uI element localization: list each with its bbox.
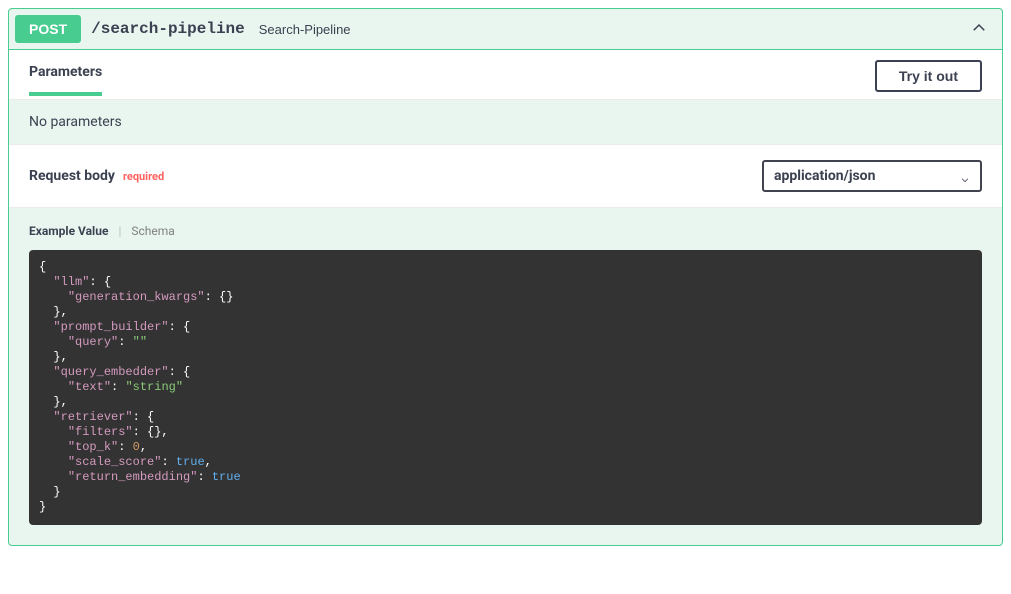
content-type-value: application/json [774,168,875,184]
chevron-up-icon[interactable] [970,19,988,41]
json-key: "filters" [68,425,133,439]
parameters-tab[interactable]: Parameters [29,64,102,96]
json-key: "retriever" [53,410,132,424]
json-key: "query" [68,335,118,349]
parameters-header: Parameters Try it out [9,50,1002,100]
required-badge: required [123,170,164,183]
no-parameters-text: No parameters [9,100,1002,144]
operation-body: Parameters Try it out No parameters Requ… [9,49,1002,525]
json-key: "top_k" [68,440,118,454]
request-body-label: Request body [29,168,115,184]
json-key: "scale_score" [68,455,162,469]
example-json-block: { "llm": { "generation_kwargs": {} }, "p… [29,250,982,525]
chevron-down-icon [960,173,970,189]
json-key: "text" [68,380,111,394]
request-body-header: Request body required application/json [9,144,1002,208]
schema-tab[interactable]: Schema [121,224,174,238]
json-key: "generation_kwargs" [68,290,205,304]
example-schema-tabs: Example Value|Schema [9,208,1002,244]
json-key: "return_embedding" [68,470,198,484]
operation-summary-row[interactable]: POST /search-pipeline Search-Pipeline [9,9,1002,49]
json-string: "" [133,335,147,349]
example-value-tab[interactable]: Example Value [29,224,118,238]
json-key: "llm" [53,275,89,289]
json-number: 0 [133,440,140,454]
operation-block: POST /search-pipeline Search-Pipeline Pa… [8,8,1003,546]
json-bool: true [176,455,205,469]
endpoint-path: /search-pipeline [91,20,245,38]
endpoint-summary: Search-Pipeline [259,22,351,37]
json-bool: true [212,470,241,484]
json-string: "string" [125,380,183,394]
try-it-out-button[interactable]: Try it out [875,60,982,92]
json-key: "prompt_builder" [53,320,168,334]
method-badge: POST [15,15,81,43]
content-type-select[interactable]: application/json [762,160,982,192]
json-key: "query_embedder" [53,365,168,379]
